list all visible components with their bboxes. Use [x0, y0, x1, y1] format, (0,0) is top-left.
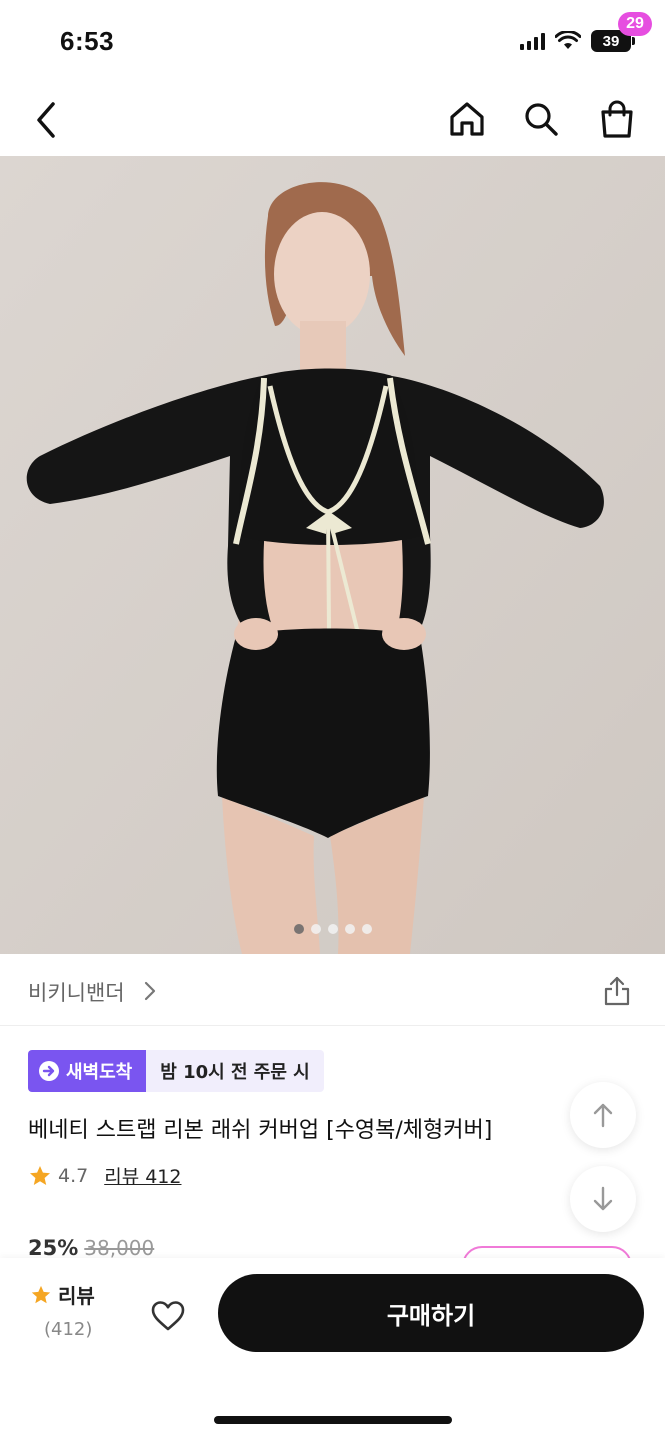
brand-row: 비키니밴더 — [0, 954, 665, 1026]
chevron-right-icon[interactable] — [143, 980, 157, 1002]
star-icon — [31, 1285, 51, 1303]
shopping-bag-icon — [601, 100, 633, 138]
home-button[interactable] — [440, 92, 494, 146]
scroll-top-button[interactable] — [570, 1082, 636, 1148]
dawn-delivery-label: 새벽도착 — [66, 1062, 133, 1083]
search-button[interactable] — [514, 92, 568, 146]
rating-value: 4.7 — [58, 1164, 89, 1187]
original-price: 38,000 — [84, 1236, 155, 1260]
dawn-delivery-note: 밤 10시 전 주문 시 — [146, 1050, 324, 1092]
delivery-badge: 새벽도착 밤 10시 전 주문 시 — [28, 1050, 324, 1092]
search-icon — [525, 103, 558, 136]
status-bar: 6:53 39 — [0, 0, 665, 80]
delivery-arrow-icon — [39, 1061, 59, 1081]
product-title: 베네티 스트랩 리본 래쉬 커버업 [수영복/체형커버] — [28, 1118, 493, 1143]
review-count-link[interactable]: 리뷰 412 — [104, 1162, 181, 1189]
home-icon — [450, 102, 484, 136]
cellular-signal-icon — [520, 32, 545, 50]
star-icon — [30, 1165, 50, 1185]
pagination-dot[interactable] — [344, 924, 355, 934]
review-tab[interactable]: 리뷰 (412) — [30, 1280, 110, 1340]
wifi-icon — [555, 31, 581, 49]
cart-button[interactable] — [590, 92, 644, 146]
share-button[interactable] — [598, 972, 636, 1010]
review-tab-label: 리뷰 — [58, 1284, 95, 1308]
back-arrow-icon — [37, 102, 55, 138]
dawn-delivery-chip: 새벽도착 — [28, 1050, 147, 1092]
rating-row: 4.7 리뷰 412 — [28, 1162, 181, 1189]
pagination-dot[interactable] — [361, 924, 372, 934]
back-button[interactable] — [20, 94, 72, 146]
like-button[interactable] — [146, 1294, 190, 1338]
review-tab-count: (412) — [44, 1319, 93, 1340]
product-image[interactable] — [0, 156, 665, 954]
pagination-dot[interactable] — [327, 924, 338, 934]
discount-rate: 25% — [28, 1236, 79, 1260]
status-icons: 39 — [520, 30, 635, 52]
image-pagination-dots — [0, 924, 665, 940]
status-time: 6:53 — [60, 26, 115, 56]
home-indicator — [214, 1416, 452, 1424]
brand-name-link[interactable]: 비키니밴더 — [28, 977, 125, 1007]
arrow-up-icon — [593, 1103, 613, 1128]
top-nav-bar — [0, 80, 665, 156]
pagination-dot[interactable] — [293, 924, 304, 934]
arrow-down-icon — [593, 1186, 613, 1211]
bottom-action-bar: 리뷰 (412) 구매하기 — [0, 1258, 665, 1440]
buy-button[interactable]: 구매하기 — [218, 1274, 644, 1352]
pagination-dot[interactable] — [310, 924, 321, 934]
price-row: 25% 38,000 — [28, 1236, 154, 1260]
scroll-bottom-button[interactable] — [570, 1166, 636, 1232]
product-photo-illustration — [0, 156, 665, 954]
heart-icon — [151, 1301, 185, 1331]
share-icon — [604, 976, 630, 1006]
cart-count-badge: 29 — [618, 12, 652, 36]
